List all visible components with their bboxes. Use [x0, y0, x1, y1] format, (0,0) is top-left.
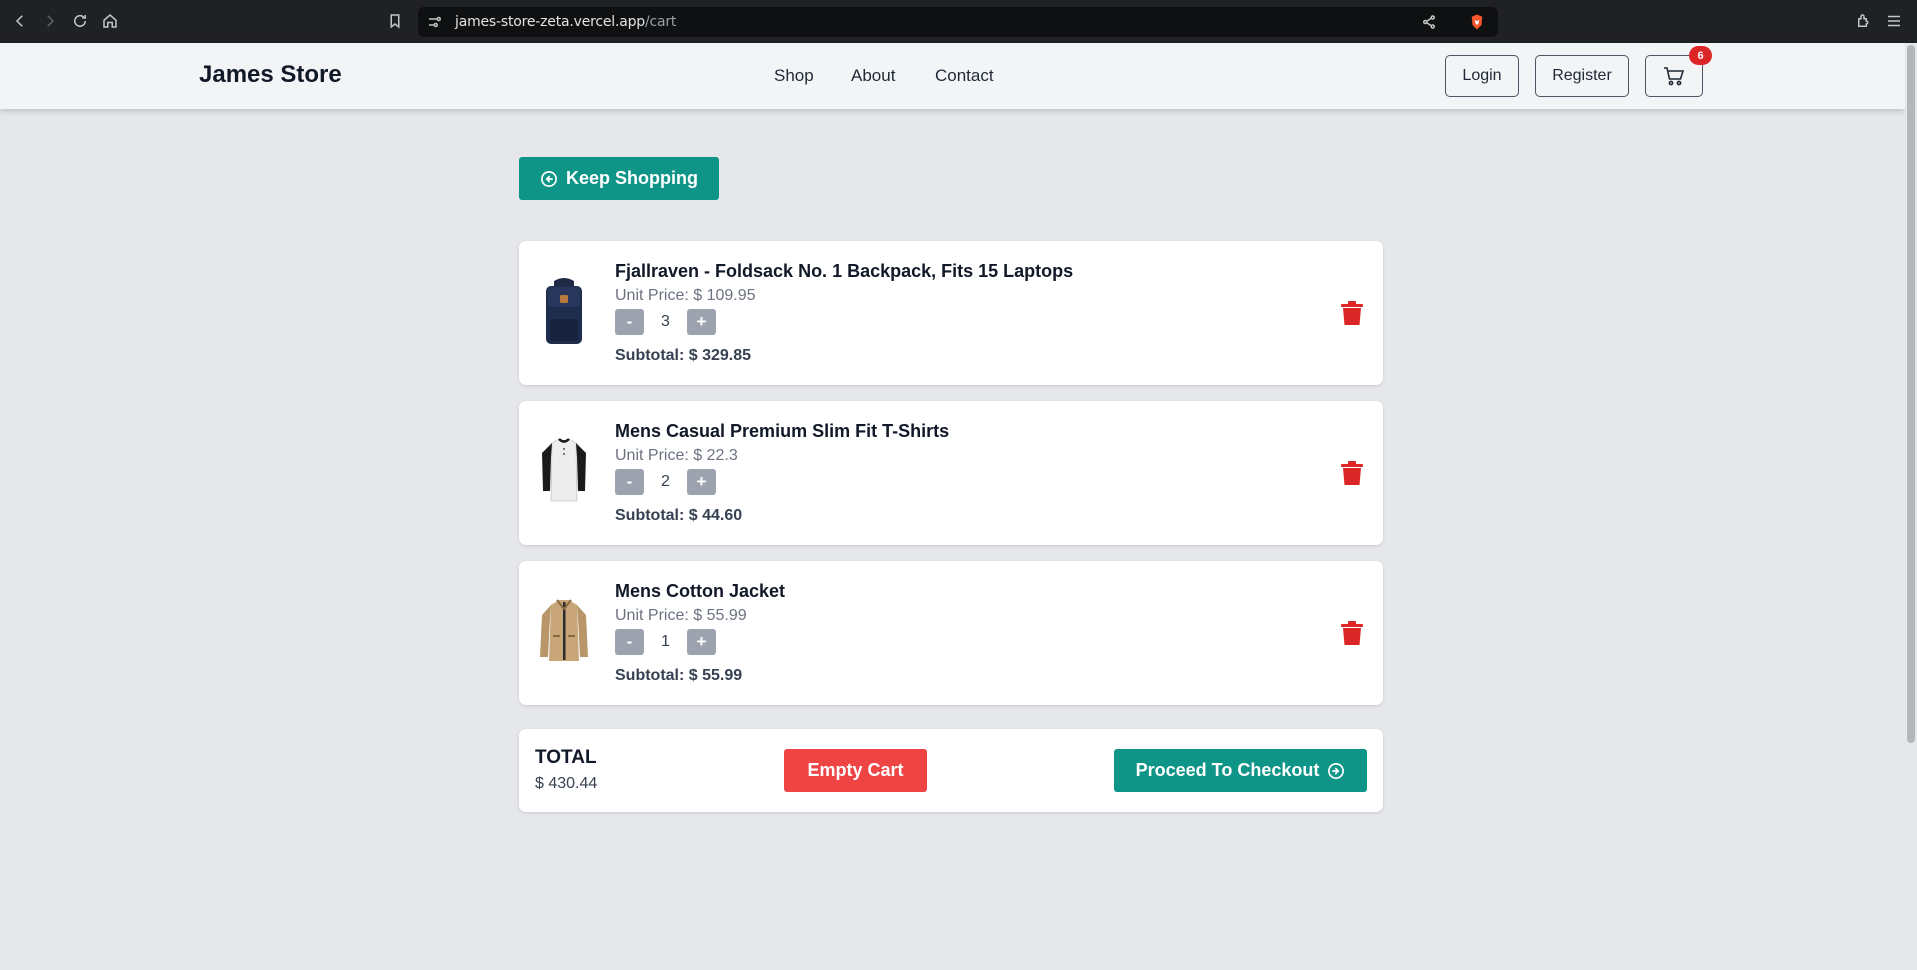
arrow-right-circle-icon [1328, 762, 1345, 779]
empty-cart-button[interactable]: Empty Cart [784, 749, 927, 792]
url-text: james-store-zeta.vercel.app/cart [455, 14, 677, 30]
reload-icon[interactable] [69, 10, 91, 32]
browser-toolbar: james-store-zeta.vercel.app/cart [0, 0, 1917, 43]
item-unit-price: Unit Price: $ 55.99 [615, 607, 747, 624]
cart-item: Fjallraven - Foldsack No. 1 Backpack, Fi… [519, 241, 1383, 385]
item-subtotal: Subtotal: $ 55.99 [615, 667, 743, 684]
quantity-stepper: - 3 + [615, 308, 716, 336]
checkout-label: Proceed To Checkout [1135, 760, 1320, 780]
cart-summary: TOTAL $ 430.44 Empty Cart Proceed To Che… [519, 729, 1383, 812]
share-icon[interactable] [1418, 11, 1440, 33]
checkout-button[interactable]: Proceed To Checkout [1114, 749, 1367, 792]
item-quantity: 1 [661, 633, 670, 650]
decrease-qty-button[interactable]: - [615, 469, 644, 495]
jacket-icon [540, 599, 588, 661]
brave-shield-icon[interactable] [1466, 11, 1488, 33]
cart-icon [1664, 67, 1685, 86]
total-value: $ 430.44 [535, 775, 598, 792]
item-unit-price: Unit Price: $ 109.95 [615, 287, 756, 304]
decrease-qty-button[interactable]: - [615, 309, 644, 335]
item-name: Fjallraven - Foldsack No. 1 Backpack, Fi… [615, 261, 1074, 281]
cart-count-badge: 6 [1689, 46, 1712, 65]
keep-shopping-button[interactable]: Keep Shopping [519, 157, 719, 200]
total-label: TOTAL [535, 747, 597, 768]
back-icon[interactable] [9, 10, 31, 32]
increase-qty-button[interactable]: + [687, 469, 716, 495]
nav-shop[interactable]: Shop [774, 66, 814, 86]
item-quantity: 3 [661, 313, 670, 330]
item-subtotal: Subtotal: $ 44.60 [615, 507, 743, 524]
tshirt-icon [542, 438, 586, 502]
forward-icon[interactable] [39, 10, 61, 32]
address-bar[interactable]: james-store-zeta.vercel.app/cart [418, 7, 1498, 37]
brand-logo[interactable]: James Store [199, 61, 342, 89]
keep-shopping-label: Keep Shopping [566, 168, 698, 188]
nav-about[interactable]: About [851, 66, 895, 86]
item-unit-price: Unit Price: $ 22.3 [615, 447, 738, 464]
bookmark-icon[interactable] [384, 10, 406, 32]
page-scrollbar[interactable] [1905, 43, 1917, 970]
arrow-left-circle-icon [541, 170, 557, 187]
quantity-stepper: - 1 + [615, 628, 716, 656]
nav-contact[interactable]: Contact [935, 66, 994, 86]
backpack-icon [546, 278, 582, 344]
item-quantity: 2 [661, 473, 670, 490]
trash-icon[interactable] [1341, 461, 1363, 486]
cart-item: Mens Casual Premium Slim Fit T-Shirts Un… [519, 401, 1383, 545]
increase-qty-button[interactable]: + [687, 629, 716, 655]
item-subtotal: Subtotal: $ 329.85 [615, 347, 752, 364]
register-button[interactable]: Register [1535, 55, 1629, 97]
scrollbar-thumb[interactable] [1907, 45, 1915, 743]
trash-icon[interactable] [1341, 621, 1363, 646]
item-name: Mens Cotton Jacket [615, 581, 786, 601]
cart-item: Mens Cotton Jacket Unit Price: $ 55.99 -… [519, 561, 1383, 705]
menu-icon[interactable] [1883, 10, 1905, 32]
site-settings-icon[interactable] [424, 11, 446, 33]
site-header: James Store Shop About Contact Login Reg… [0, 43, 1905, 109]
extensions-icon[interactable] [1853, 10, 1875, 32]
increase-qty-button[interactable]: + [687, 309, 716, 335]
home-icon[interactable] [99, 10, 121, 32]
decrease-qty-button[interactable]: - [615, 629, 644, 655]
quantity-stepper: - 2 + [615, 468, 716, 496]
login-button[interactable]: Login [1445, 55, 1519, 97]
trash-icon[interactable] [1341, 301, 1363, 326]
item-name: Mens Casual Premium Slim Fit T-Shirts [615, 421, 950, 441]
